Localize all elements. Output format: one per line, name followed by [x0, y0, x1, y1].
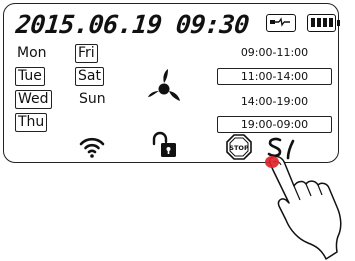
wifi-icon: [79, 137, 105, 158]
battery-full-icon: [307, 14, 340, 32]
pointing-hand-icon: [269, 155, 342, 260]
thermostat-panel: 2015.06.19 09:30 Mon Fri Tue Sat Wed Sun…: [0, 0, 355, 261]
plug-icon: [266, 14, 296, 32]
battery-bar: [329, 18, 333, 27]
day-fri[interactable]: Fri: [75, 44, 98, 63]
battery-bar: [311, 18, 315, 27]
day-thu[interactable]: Thu: [15, 113, 48, 132]
touch-point-indicator: [265, 156, 279, 168]
day-tue[interactable]: Tue: [15, 67, 45, 86]
day-wed[interactable]: Wed: [15, 90, 52, 109]
schedule-slot-4[interactable]: 19:00-09:00: [217, 116, 332, 133]
day-sat[interactable]: Sat: [75, 67, 104, 86]
battery-bar: [323, 18, 327, 27]
day-sun[interactable]: Sun: [79, 91, 106, 108]
battery-bar: [317, 18, 321, 27]
datetime-display: 2015.06.19 09:30: [14, 10, 251, 39]
day-mon[interactable]: Mon: [17, 45, 47, 62]
battery-tip: [337, 20, 340, 26]
unlock-icon[interactable]: [150, 130, 182, 160]
schedule-slot-1[interactable]: 09:00-11:00: [217, 45, 332, 60]
schedule-slot-3[interactable]: 14:00-19:00: [217, 94, 332, 109]
fan-icon[interactable]: [143, 64, 187, 108]
schedule-slot-2[interactable]: 11:00-14:00: [217, 68, 332, 85]
